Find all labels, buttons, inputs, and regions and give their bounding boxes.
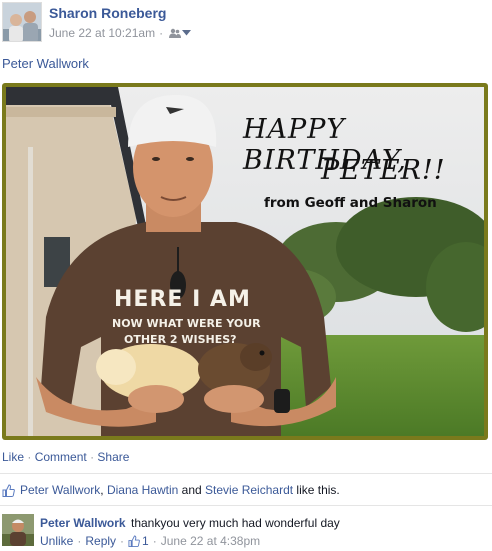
comment-text: thankyou very much had wonderful day	[131, 516, 340, 530]
comment-timestamp[interactable]: June 22 at 4:38pm	[161, 534, 260, 548]
post-header: Sharon Roneberg June 22 at 10:21am ·	[0, 0, 492, 48]
liker-link[interactable]: Diana Hawtin	[107, 483, 178, 497]
comment-separator: ·	[120, 534, 125, 548]
chevron-down-icon	[182, 30, 192, 36]
likes-suffix: like this.	[296, 483, 340, 497]
post-meta: June 22 at 10:21am ·	[49, 26, 192, 40]
tagged-user-link[interactable]: Peter Wallwork	[2, 56, 89, 71]
unlike-button[interactable]: Unlike	[40, 534, 73, 548]
author-avatar[interactable]	[2, 2, 42, 42]
comment-like-count[interactable]: 1	[128, 534, 149, 548]
comment-separator: ·	[152, 534, 157, 548]
comment-author[interactable]: Peter Wallwork	[40, 516, 126, 530]
post-timestamp[interactable]: June 22 at 10:21am	[49, 26, 155, 40]
share-button[interactable]: Share	[97, 450, 129, 464]
shirt-text-line-2: NOW WHAT WERE YOUR	[112, 317, 261, 330]
audience-selector[interactable]	[169, 28, 192, 38]
liker-link[interactable]: Stevie Reichardt	[205, 483, 293, 497]
author-name[interactable]: Sharon Roneberg	[49, 5, 166, 21]
comment-button[interactable]: Comment	[35, 450, 87, 464]
likes-comma: ,	[100, 483, 104, 497]
likes-summary: Peter Wallwork, Diana Hawtin and Stevie …	[2, 483, 340, 497]
thumbs-up-icon	[128, 535, 140, 547]
friends-audience-icon	[169, 28, 182, 38]
likes-and: and	[181, 483, 202, 497]
thumbs-up-icon	[2, 483, 15, 497]
divider	[0, 505, 492, 506]
action-separator: ·	[90, 450, 95, 464]
action-separator: ·	[27, 450, 32, 464]
photo-frame: HAPPY BIRTHDAY, PETER!! from Geoff and S…	[2, 83, 488, 440]
divider	[0, 473, 492, 474]
like-count-value: 1	[142, 534, 149, 548]
comment-separator: ·	[77, 534, 82, 548]
birthday-photo[interactable]: HAPPY BIRTHDAY, PETER!! from Geoff and S…	[6, 87, 484, 436]
greeting-line-3: from Geoff and Sharon	[264, 195, 437, 211]
meta-separator: ·	[159, 26, 164, 40]
comment-avatar[interactable]	[2, 514, 34, 546]
liker-link[interactable]: Peter Wallwork	[20, 483, 100, 497]
greeting-line-2: PETER!!	[321, 155, 446, 186]
shirt-text-line-1: HERE I AM	[114, 287, 251, 312]
reply-button[interactable]: Reply	[85, 534, 116, 548]
like-button[interactable]: Like	[2, 450, 24, 464]
post-actions: Like · Comment · Share	[2, 450, 129, 464]
shirt-text-line-3: OTHER 2 WISHES?	[124, 333, 237, 346]
comment-item: Peter Wallwork thankyou very much had wo…	[0, 512, 492, 551]
comment-meta: Unlike · Reply · 1 · June 22 at 4:38pm	[40, 534, 260, 548]
